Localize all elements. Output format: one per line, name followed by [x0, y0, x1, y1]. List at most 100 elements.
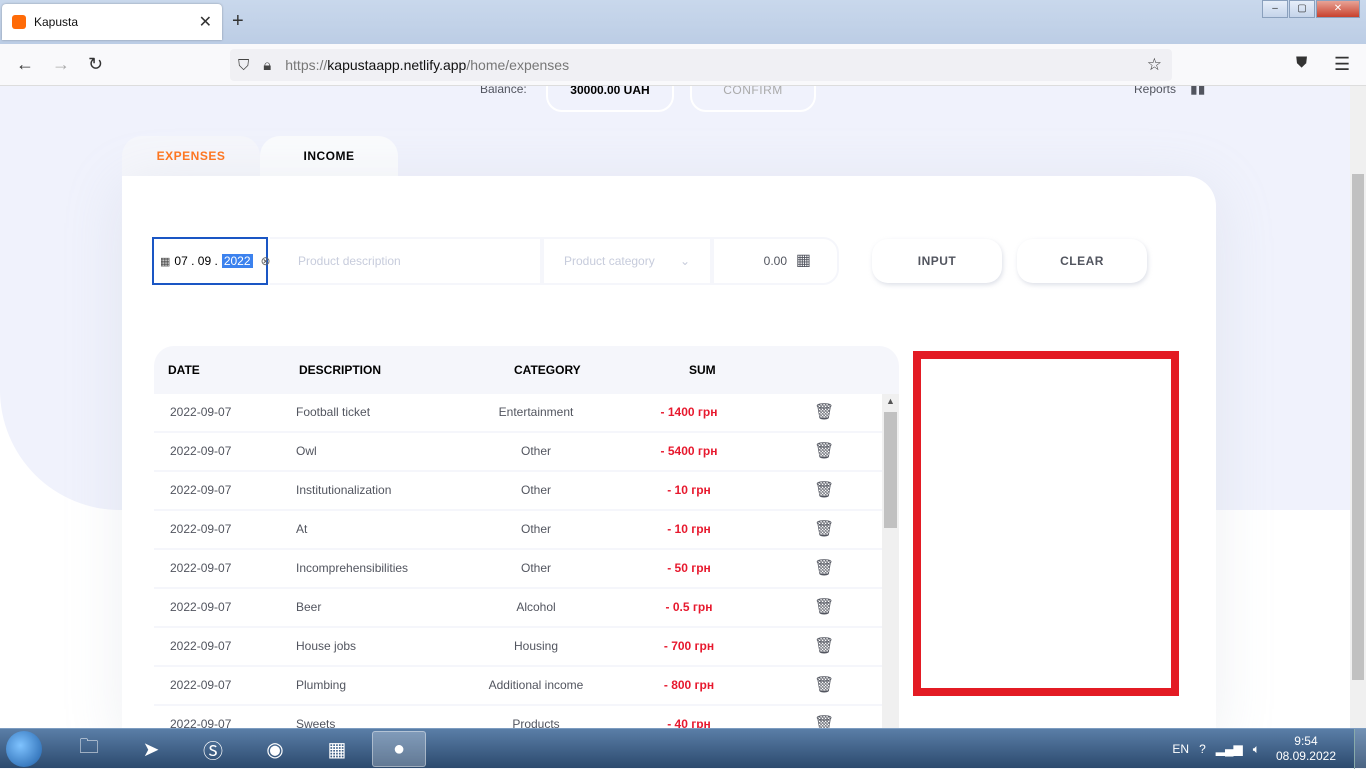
row-category: Other — [520, 483, 551, 497]
trash-icon[interactable]: 🗑︎ — [814, 706, 834, 728]
excel-icon[interactable]: ▦ — [310, 731, 364, 767]
clock-date: 08.09.2022 — [1275, 749, 1336, 763]
minimize-button[interactable]: – — [1262, 0, 1288, 18]
new-tab-button[interactable]: + — [232, 10, 244, 33]
row-description: Owl — [296, 444, 317, 458]
row-description: Beer — [296, 600, 322, 614]
row-category: Alcohol — [516, 600, 556, 614]
sum-input[interactable]: 0.00 ▦ — [712, 237, 839, 285]
skype-icon[interactable]: Ⓢ — [186, 731, 240, 767]
row-sum: - 1400 грн — [660, 405, 718, 419]
row-sum: - 700 грн — [663, 639, 715, 653]
forward-arrow-icon[interactable]: → — [52, 54, 70, 75]
row-category: Entertainment — [498, 405, 574, 419]
browser-tab-kapusta[interactable]: Kapusta ✕ — [2, 4, 222, 40]
clear-button[interactable]: CLEAR — [1017, 239, 1147, 283]
tab-close-icon[interactable]: ✕ — [199, 12, 212, 32]
firefox-icon[interactable]: ● — [372, 731, 426, 767]
table-row: 2022-09-07 Football ticket Entertainment - … — [154, 394, 882, 433]
confirm-button[interactable]: CONFIRM — [690, 86, 816, 112]
trash-icon[interactable]: 🗑︎ — [814, 589, 834, 626]
maximize-button[interactable]: ▢ — [1289, 0, 1315, 18]
table-header: DATE DESCRIPTION CATEGORY SUM — [154, 346, 899, 394]
reload-icon[interactable]: ↻ — [88, 54, 103, 75]
row-category: Other — [520, 561, 551, 575]
telegram-icon[interactable]: ➤ — [124, 731, 178, 767]
chrome-icon[interactable]: ◉ — [248, 731, 302, 767]
header-description: DESCRIPTION — [299, 363, 382, 377]
shield-icon[interactable]: ⛉ — [238, 57, 249, 74]
row-description: Football ticket — [296, 405, 371, 419]
row-sum: - 10 грн — [667, 522, 711, 536]
language-indicator[interactable]: EN — [1172, 742, 1189, 756]
row-date: 2022-09-07 — [170, 561, 232, 575]
row-date: 2022-09-07 — [170, 717, 232, 728]
table-scrollbar[interactable]: ▲ — [882, 394, 899, 728]
date-field[interactable]: ▦ 07 . 09 . 2022 ⊗ — [152, 237, 271, 285]
close-window-button[interactable]: ✕ — [1316, 0, 1360, 18]
row-date: 2022-09-07 — [170, 600, 232, 614]
trash-icon[interactable]: 🗑︎ — [814, 433, 834, 470]
file-explorer-icon[interactable]: 🗀 — [62, 731, 116, 767]
table-body: 2022-09-07 Football ticket Entertainment - … — [154, 394, 882, 728]
row-sum: - 0.5 грн — [665, 600, 713, 614]
input-button[interactable]: INPUT — [872, 239, 1002, 283]
balance-value: 30000.00 UAH — [546, 86, 674, 112]
network-icon[interactable]: ▂▄▆ — [1216, 742, 1243, 756]
pocket-icon[interactable]: ⛊ — [1296, 54, 1307, 71]
calendar-icon[interactable]: ▦ — [160, 255, 170, 268]
trash-icon[interactable]: 🗑︎ — [814, 472, 834, 509]
category-placeholder: Product category — [564, 254, 655, 268]
address-bar[interactable]: ⛉ 🔒︎ https://kapustaapp.netlify.app/home… — [230, 49, 1172, 81]
header-category: CATEGORY — [514, 363, 581, 377]
menu-hamburger-icon[interactable]: ☰ — [1334, 54, 1350, 75]
summary-panel — [913, 351, 1179, 696]
page-scroll-thumb[interactable] — [1352, 174, 1364, 680]
row-date: 2022-09-07 — [170, 444, 232, 458]
header-sum: SUM — [689, 363, 716, 377]
trash-icon[interactable]: 🗑︎ — [814, 511, 834, 548]
reports-link[interactable]: Reports — [1134, 86, 1176, 96]
row-description: Institutionalization — [296, 483, 392, 497]
trash-icon[interactable]: 🗑︎ — [814, 394, 834, 431]
clock-time: 9:54 — [1294, 734, 1318, 748]
help-icon[interactable]: ? — [1199, 742, 1206, 756]
chevron-down-icon: ⌄ — [679, 254, 690, 268]
back-arrow-icon[interactable]: ← — [16, 54, 34, 75]
transactions-table: DATE DESCRIPTION CATEGORY SUM 2022-09-07… — [154, 346, 899, 728]
row-sum: - 50 грн — [667, 561, 711, 575]
window-controls: – ▢ ✕ — [1261, 0, 1360, 18]
volume-icon[interactable]: 🔈︎ — [1253, 742, 1260, 757]
clock[interactable]: 9:54 08.09.2022 — [1276, 734, 1336, 764]
table-row: 2022-09-07 Sweets Products - 40 грн 🗑︎ — [154, 706, 882, 728]
bookmark-star-icon[interactable]: ☆ — [1147, 55, 1162, 75]
bar-chart-icon[interactable]: ▮▮ — [1190, 86, 1205, 97]
scroll-up-icon[interactable]: ▲ — [886, 396, 895, 406]
tab-income[interactable]: INCOME — [260, 136, 398, 176]
trash-icon[interactable]: 🗑︎ — [814, 667, 834, 704]
table-row: 2022-09-07 Beer Alcohol - 0.5 грн 🗑︎ — [154, 589, 882, 628]
show-desktop-button[interactable] — [1354, 729, 1366, 769]
lock-icon[interactable]: 🔒︎ — [263, 57, 271, 74]
trash-icon[interactable]: 🗑︎ — [814, 550, 834, 587]
start-button[interactable] — [6, 731, 42, 767]
calculator-icon: ▦ — [795, 252, 811, 269]
page-scrollbar[interactable] — [1350, 86, 1366, 728]
table-row: 2022-09-07 Owl Other - 5400 грн 🗑︎ — [154, 433, 882, 472]
table-scroll-thumb[interactable] — [884, 412, 897, 528]
row-sum: - 800 грн — [663, 678, 715, 692]
row-description: House jobs — [296, 639, 357, 653]
trash-icon[interactable]: 🗑︎ — [814, 628, 834, 665]
date-day: 07 — [174, 254, 188, 268]
description-input[interactable]: Product description — [270, 237, 542, 285]
table-row: 2022-09-07 At Other - 10 грн 🗑︎ — [154, 511, 882, 550]
date-year: 2022 — [221, 254, 253, 268]
header-date: DATE — [168, 363, 200, 377]
row-description: Plumbing — [296, 678, 347, 692]
category-select[interactable]: Product category ⌄ — [542, 237, 712, 285]
browser-titlebar: Kapusta ✕ + – ▢ ✕ — [0, 0, 1366, 44]
tab-expenses[interactable]: EXPENSES — [122, 136, 260, 176]
sum-value: 0.00 — [763, 254, 787, 268]
row-category: Other — [520, 522, 551, 536]
table-row: 2022-09-07 House jobs Housing - 700 грн 🗑︎ — [154, 628, 882, 667]
